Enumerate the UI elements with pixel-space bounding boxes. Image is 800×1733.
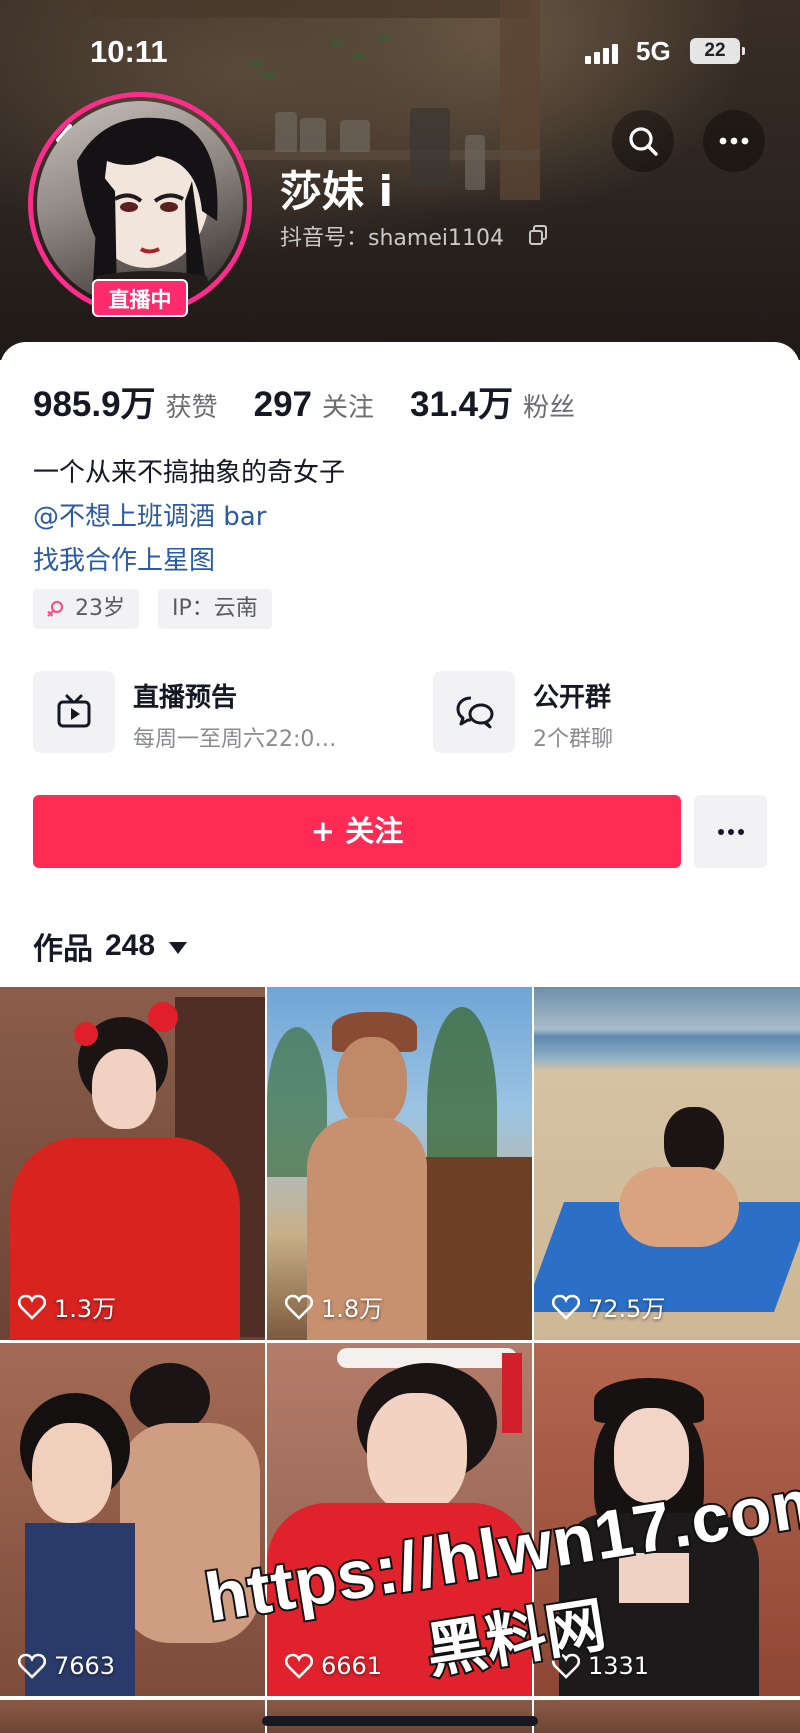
video-thumbnail[interactable]: 7663 [0,1343,265,1696]
heart-icon [552,1294,580,1320]
video-like-count: 6661 [285,1652,382,1680]
works-grid: 1.3万 1.8万 72.5万 7663 6661 1331 [0,987,800,1696]
works-tab[interactable]: 作品 248 [33,924,188,968]
public-group-title: 公开群 [533,683,612,713]
dropdown-arrow-icon[interactable] [169,942,188,954]
video-thumbnail[interactable]: 72.5万 [534,987,800,1340]
signal-icon [585,42,625,64]
heart-icon [285,1294,313,1320]
video-like-count: 7663 [18,1652,115,1680]
status-time: 10:11 [90,34,168,69]
status-bar: 10:11 5G 22 [0,30,800,74]
bio-mention-link[interactable]: @不想上班调酒 bar [33,496,266,533]
ip-location-tag: IP：云南 [158,589,272,629]
bio-xingtu-link[interactable]: 找我合作上星图 [33,540,215,577]
stat-followers[interactable]: 31.4万 粉丝 [410,376,575,427]
copy-icon[interactable] [527,224,549,246]
live-schedule-title: 直播预告 [133,683,238,713]
douyin-id: 抖音号：shamei1104 [280,226,504,251]
search-button[interactable] [612,110,674,172]
search-icon [629,127,658,156]
group-chat-icon-box [433,671,515,753]
heart-icon [552,1653,580,1679]
public-group-entry[interactable]: 公开群 2个群聊 [433,671,733,753]
chat-bubbles-icon [456,696,494,729]
tv-icon [57,694,91,728]
bio-text: 一个从来不搞抽象的奇女子 [33,458,346,488]
stat-following[interactable]: 297 关注 [254,385,374,425]
age-tag: 23岁 [33,589,139,629]
stat-likes[interactable]: 985.9万 获赞 [33,376,218,427]
profile-nickname: 莎妹 i [280,167,394,216]
network-type: 5G [636,36,671,66]
live-status-badge[interactable]: 直播中 [92,279,188,317]
video-like-count: 1.8万 [285,1289,383,1324]
works-label: 作品 [33,932,93,967]
video-thumbnail[interactable]: 1331 [534,1343,800,1696]
video-thumbnail[interactable]: 6661 [267,1343,532,1696]
avatar-image [37,101,243,307]
more-actions-button[interactable] [694,795,767,868]
battery-icon: 22 [690,38,745,64]
live-schedule-subtitle: 每周一至周六22:0… [133,727,337,752]
video-like-count: 1331 [552,1652,649,1680]
video-thumbnail[interactable] [534,1700,800,1733]
profile-stats: 985.9万 获赞 297 关注 31.4万 粉丝 [33,376,611,425]
works-count: 248 [105,929,156,962]
home-indicator[interactable] [262,1716,538,1726]
more-options-button[interactable] [703,110,765,172]
female-icon [47,600,64,617]
video-thumbnail[interactable]: 1.8万 [267,987,532,1340]
public-group-subtitle: 2个群聊 [533,727,613,752]
video-like-count: 1.3万 [18,1289,116,1324]
more-horizontal-icon [719,137,749,145]
video-like-count: 72.5万 [552,1289,665,1324]
heart-icon [18,1653,46,1679]
live-schedule-entry[interactable]: 直播预告 每周一至周六22:0… [33,671,393,753]
video-thumbnail[interactable] [0,1700,265,1733]
heart-icon [18,1294,46,1320]
live-tv-icon-box [33,671,115,753]
heart-icon [285,1653,313,1679]
follow-button[interactable]: + 关注 [33,795,681,868]
video-thumbnail[interactable]: 1.3万 [0,987,265,1340]
